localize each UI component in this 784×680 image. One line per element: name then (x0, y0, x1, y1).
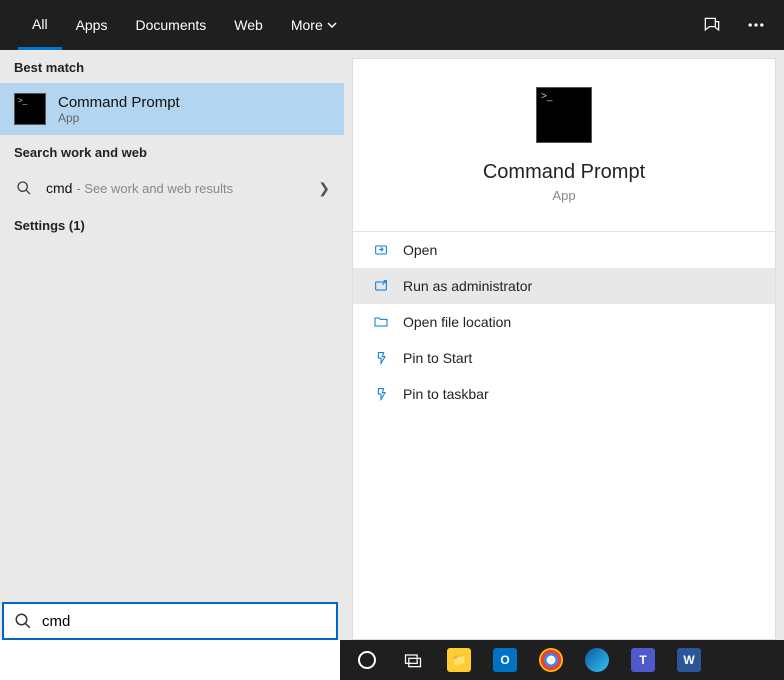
taskbar-outlook[interactable]: O (484, 644, 526, 676)
action-open-file-location[interactable]: Open file location (353, 304, 775, 340)
tab-more[interactable]: More (277, 0, 351, 50)
details-panel: Command Prompt App Open Run as administr… (352, 58, 776, 640)
web-search-term: cmd (46, 180, 72, 196)
action-open[interactable]: Open (353, 232, 775, 268)
feedback-icon[interactable] (702, 15, 722, 35)
command-prompt-icon (536, 87, 592, 143)
tab-all[interactable]: All (18, 0, 62, 50)
taskbar-file-explorer[interactable]: 📁 (438, 644, 480, 676)
taskbar-word[interactable]: W (668, 644, 710, 676)
result-subtitle: App (58, 111, 180, 125)
search-input[interactable] (42, 613, 326, 630)
action-pin-to-taskbar[interactable]: Pin to taskbar (353, 376, 775, 412)
taskbar: 📁 O T W (340, 640, 784, 680)
section-settings[interactable]: Settings (1) (0, 208, 344, 241)
pin-icon (373, 386, 389, 402)
tab-apps[interactable]: Apps (62, 0, 122, 50)
tab-web[interactable]: Web (220, 0, 277, 50)
chevron-right-icon: ❯ (318, 180, 330, 197)
folder-icon (373, 314, 389, 330)
shield-icon (373, 278, 389, 294)
action-pin-to-start[interactable]: Pin to Start (353, 340, 775, 376)
taskbar-cortana[interactable] (346, 644, 388, 676)
search-filter-bar: All Apps Documents Web More (0, 0, 784, 50)
section-search-web: Search work and web (0, 135, 344, 168)
results-panel: Best match Command Prompt App Search wor… (0, 50, 344, 640)
chevron-down-icon (327, 20, 337, 30)
taskbar-edge[interactable] (576, 644, 618, 676)
result-title: Command Prompt (58, 94, 180, 111)
result-command-prompt[interactable]: Command Prompt App (0, 83, 344, 135)
taskbar-teams[interactable]: T (622, 644, 664, 676)
result-web-search[interactable]: cmd - See work and web results ❯ (0, 168, 344, 208)
taskbar-task-view[interactable] (392, 644, 434, 676)
web-search-hint: - See work and web results (76, 181, 233, 196)
tab-documents[interactable]: Documents (121, 0, 220, 50)
details-type: App (552, 188, 575, 203)
search-box[interactable] (2, 602, 338, 640)
taskbar-chrome[interactable] (530, 644, 572, 676)
command-prompt-icon (14, 93, 46, 125)
search-icon (14, 612, 32, 630)
options-icon[interactable] (746, 15, 766, 35)
open-icon (373, 242, 389, 258)
task-view-icon (403, 650, 423, 670)
details-title: Command Prompt (483, 161, 645, 184)
section-best-match: Best match (0, 50, 344, 83)
pin-icon (373, 350, 389, 366)
search-icon (14, 178, 34, 198)
action-run-as-administrator[interactable]: Run as administrator (353, 268, 775, 304)
